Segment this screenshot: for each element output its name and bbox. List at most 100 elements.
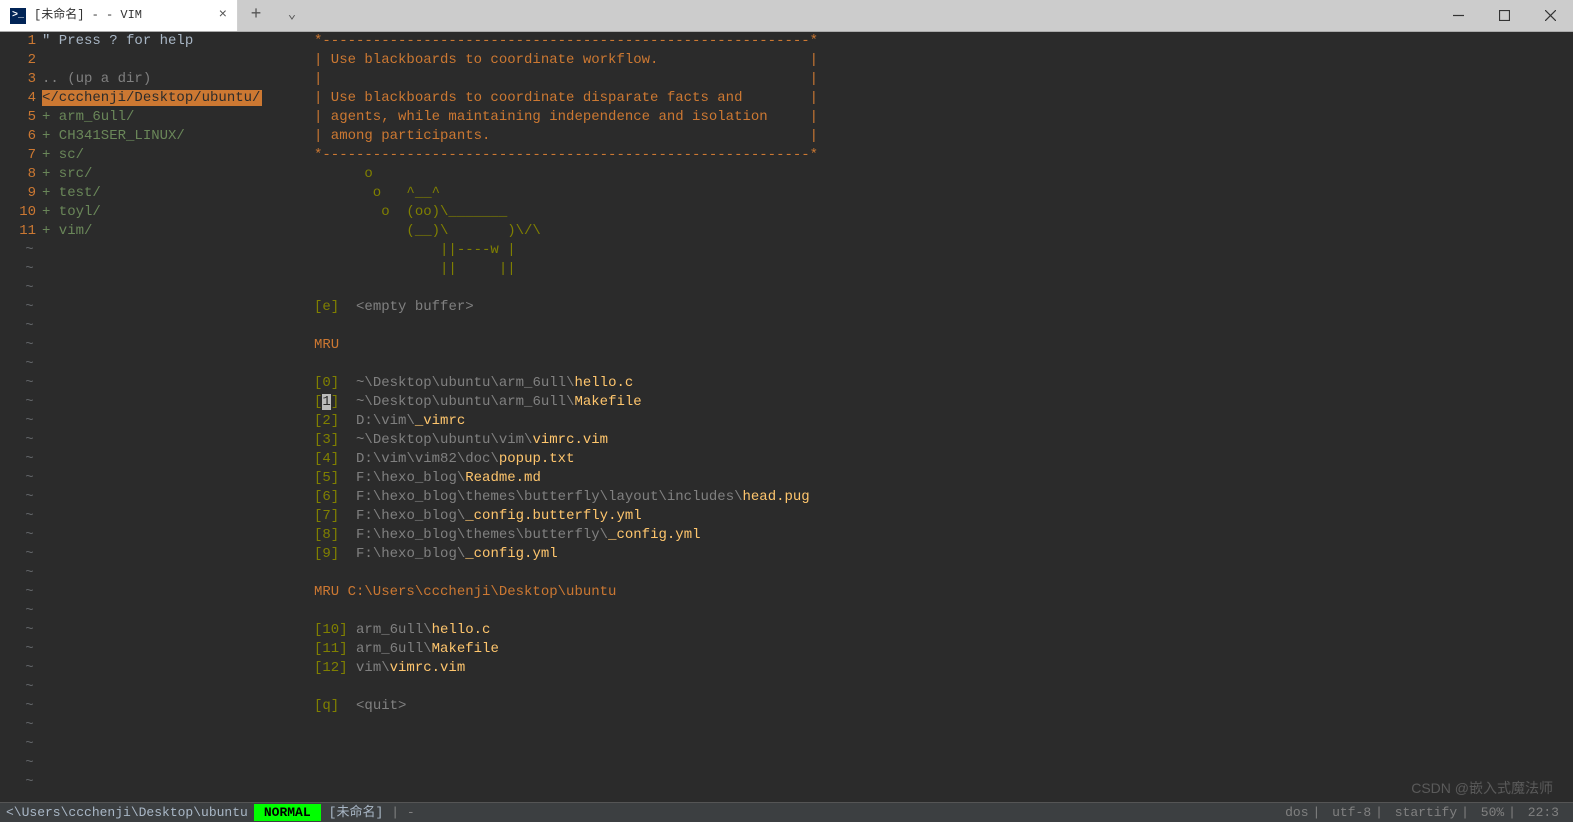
quote-line: | Use blackboards to coordinate disparat… bbox=[314, 89, 818, 108]
folder-item[interactable]: + sc/ bbox=[42, 146, 262, 165]
mru-item[interactable]: [2] D:\vim\_vimrc bbox=[314, 412, 818, 431]
empty-line-tilde: ~ bbox=[0, 507, 42, 526]
empty-line-tilde: ~ bbox=[0, 431, 42, 450]
empty-line-tilde: ~ bbox=[0, 336, 42, 355]
mru-item[interactable]: [10] arm_6ull\hello.c bbox=[314, 621, 818, 640]
cowsay-art: o (oo)\_______ bbox=[314, 203, 818, 222]
quote-line: | Use blackboards to coordinate workflow… bbox=[314, 51, 818, 70]
cowsay-art: o ^__^ bbox=[314, 184, 818, 203]
mru-header: MRU bbox=[314, 336, 818, 355]
minimize-button[interactable] bbox=[1435, 0, 1481, 31]
folder-item[interactable]: + toyl/ bbox=[42, 203, 262, 222]
close-tab-icon[interactable]: × bbox=[219, 6, 227, 25]
cowsay-art: (__)\ )\/\ bbox=[314, 222, 818, 241]
empty-line-tilde: ~ bbox=[0, 260, 42, 279]
empty-line-tilde: ~ bbox=[0, 621, 42, 640]
mru-item[interactable]: [6] F:\hexo_blog\themes\butterfly\layout… bbox=[314, 488, 818, 507]
empty-line-tilde: ~ bbox=[0, 374, 42, 393]
empty-line-tilde: ~ bbox=[0, 298, 42, 317]
editor-area[interactable]: 1234567891011~ ~ ~ ~ ~ ~ ~ ~ ~ ~ ~ ~ ~ ~… bbox=[0, 32, 1573, 802]
folder-item[interactable]: + arm_6ull/ bbox=[42, 108, 262, 127]
maximize-button[interactable] bbox=[1481, 0, 1527, 31]
start-screen: *---------------------------------------… bbox=[314, 32, 818, 716]
empty-line-tilde: ~ bbox=[0, 564, 42, 583]
empty-line-tilde: ~ bbox=[0, 773, 42, 792]
folder-item[interactable]: + test/ bbox=[42, 184, 262, 203]
file-tree: " Press ? for help .. (up a dir)</ccchen… bbox=[42, 32, 262, 241]
status-mode: NORMAL bbox=[254, 804, 321, 822]
mru-item[interactable]: [9] F:\hexo_blog\_config.yml bbox=[314, 545, 818, 564]
empty-line-tilde: ~ bbox=[0, 735, 42, 754]
mru-item[interactable]: [8] F:\hexo_blog\themes\butterfly\_confi… bbox=[314, 526, 818, 545]
empty-line-tilde: ~ bbox=[0, 241, 42, 260]
tab-title: [未命名] - - VIM bbox=[34, 7, 211, 23]
quote-line: | | bbox=[314, 70, 818, 89]
status-filetype: startify bbox=[1391, 805, 1461, 820]
status-position: 22:3 bbox=[1524, 805, 1563, 820]
powershell-icon: >_ bbox=[10, 8, 26, 24]
line-number: 3 bbox=[0, 70, 42, 89]
empty-line-tilde: ~ bbox=[0, 526, 42, 545]
cowsay-art: ||----w | bbox=[314, 241, 818, 260]
mru-cwd-header: MRU C:\Users\ccchenji\Desktop\ubuntu bbox=[314, 583, 818, 602]
empty-line-tilde: ~ bbox=[0, 545, 42, 564]
empty-line-tilde: ~ bbox=[0, 754, 42, 773]
cowsay-art: || || bbox=[314, 260, 818, 279]
empty-line-tilde: ~ bbox=[0, 602, 42, 621]
empty-line-tilde: ~ bbox=[0, 488, 42, 507]
mru-item[interactable]: [4] D:\vim\vim82\doc\popup.txt bbox=[314, 450, 818, 469]
empty-line-tilde: ~ bbox=[0, 678, 42, 697]
mru-item[interactable]: [5] F:\hexo_blog\Readme.md bbox=[314, 469, 818, 488]
empty-line-tilde: ~ bbox=[0, 469, 42, 488]
mru-item[interactable]: [0] ~\Desktop\ubuntu\arm_6ull\hello.c bbox=[314, 374, 818, 393]
status-percent: 50% bbox=[1477, 805, 1508, 820]
line-number: 2 bbox=[0, 51, 42, 70]
close-window-button[interactable] bbox=[1527, 0, 1573, 31]
status-right: dos| utf-8| startify| 50%| 22:3 bbox=[1281, 804, 1573, 822]
terminal-tab[interactable]: >_ [未命名] - - VIM × bbox=[0, 0, 238, 31]
line-number: 4 bbox=[0, 89, 42, 108]
status-fileformat: dos bbox=[1281, 805, 1312, 820]
watermark: CSDN @嵌入式魔法师 bbox=[1411, 779, 1553, 798]
quit-item[interactable]: [q] <quit> bbox=[314, 697, 818, 716]
tab-dropdown-icon[interactable]: ⌄ bbox=[274, 0, 310, 31]
empty-line-tilde: ~ bbox=[0, 317, 42, 336]
empty-buffer-item[interactable]: [e] <empty buffer> bbox=[314, 298, 818, 317]
line-number: 5 bbox=[0, 108, 42, 127]
mru-item[interactable]: [1] ~\Desktop\ubuntu\arm_6ull\Makefile bbox=[314, 393, 818, 412]
line-number: 8 bbox=[0, 165, 42, 184]
line-number: 10 bbox=[0, 203, 42, 222]
status-bar: <\Users\ccchenji\Desktop\ubuntu NORMAL [… bbox=[0, 802, 1573, 822]
empty-line-tilde: ~ bbox=[0, 659, 42, 678]
empty-line-tilde: ~ bbox=[0, 412, 42, 431]
mru-item[interactable]: [12] vim\vimrc.vim bbox=[314, 659, 818, 678]
up-dir[interactable]: .. (up a dir) bbox=[42, 70, 262, 89]
blank-line bbox=[42, 51, 262, 70]
quote-line: | agents, while maintaining independence… bbox=[314, 108, 818, 127]
quote-border: *---------------------------------------… bbox=[314, 146, 818, 165]
line-number-gutter: 1234567891011~ ~ ~ ~ ~ ~ ~ ~ ~ ~ ~ ~ ~ ~… bbox=[0, 32, 42, 802]
mru-item[interactable]: [7] F:\hexo_blog\_config.butterfly.yml bbox=[314, 507, 818, 526]
status-path: <\Users\ccchenji\Desktop\ubuntu bbox=[0, 804, 254, 822]
current-dir[interactable]: </ccchenji/Desktop/ubuntu/ bbox=[42, 90, 262, 106]
folder-item[interactable]: + vim/ bbox=[42, 222, 262, 241]
status-modified: | - bbox=[391, 804, 414, 822]
empty-line-tilde: ~ bbox=[0, 279, 42, 298]
line-number: 7 bbox=[0, 146, 42, 165]
empty-line-tilde: ~ bbox=[0, 640, 42, 659]
status-filename: [未命名] bbox=[321, 804, 392, 822]
status-encoding: utf-8 bbox=[1328, 805, 1375, 820]
cowsay-art: o bbox=[314, 165, 818, 184]
new-tab-button[interactable]: + bbox=[238, 0, 274, 31]
line-number: 9 bbox=[0, 184, 42, 203]
empty-line-tilde: ~ bbox=[0, 716, 42, 735]
window-titlebar: >_ [未命名] - - VIM × + ⌄ bbox=[0, 0, 1573, 32]
help-hint: " Press ? for help bbox=[42, 32, 262, 51]
mru-item[interactable]: [3] ~\Desktop\ubuntu\vim\vimrc.vim bbox=[314, 431, 818, 450]
quote-border: *---------------------------------------… bbox=[314, 32, 818, 51]
folder-item[interactable]: + CH341SER_LINUX/ bbox=[42, 127, 262, 146]
quote-line: | among participants. | bbox=[314, 127, 818, 146]
empty-line-tilde: ~ bbox=[0, 393, 42, 412]
folder-item[interactable]: + src/ bbox=[42, 165, 262, 184]
mru-item[interactable]: [11] arm_6ull\Makefile bbox=[314, 640, 818, 659]
